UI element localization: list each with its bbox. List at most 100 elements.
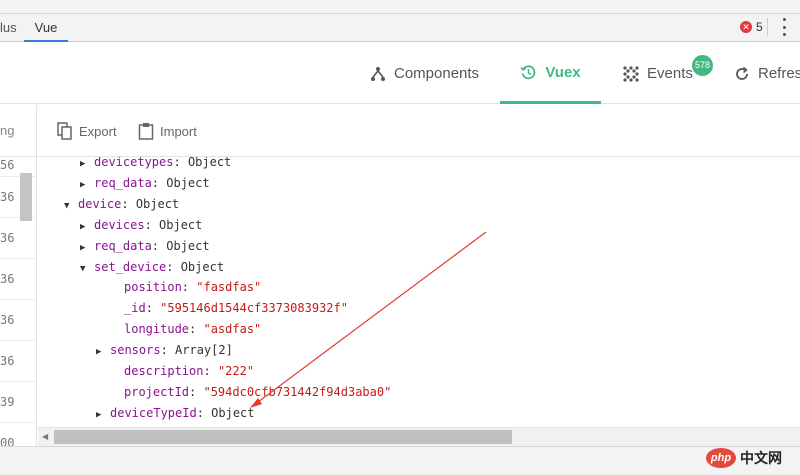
key-separator: : [145,301,161,316]
state-key: devices [94,217,145,232]
key-separator: : [189,322,204,337]
tab-components-label: Components [394,65,480,82]
tab-events[interactable]: Events [623,43,693,104]
error-counter[interactable]: ✕ 5 [740,19,763,35]
history-item[interactable]: 36 [0,259,37,300]
state-value: Object [135,196,180,211]
state-tree-row[interactable]: ▶ sensors: Array[2] [96,340,233,360]
state-tree-row: _id: "595146d1544cf3373083932f" [110,298,348,318]
events-count-badge: 578 [692,55,713,76]
history-item[interactable]: 36 [0,341,37,382]
devtools-tab-vue[interactable]: Vue [24,14,68,42]
history-toolbar-label: ng [0,123,15,138]
devtools-bottom-bar [0,446,800,475]
watermark-site-text: 中文网 [740,450,782,466]
state-value: "asdfas" [203,322,262,337]
state-value: Object [166,175,210,190]
expand-arrow-icon[interactable]: ▶ [96,405,110,425]
state-value: Object [211,405,255,420]
import-button[interactable]: Import [138,120,197,142]
tab-refresh[interactable]: Refres [734,43,800,104]
vuex-history-pane: ng 56 36 36 36 36 36 39 00 [0,105,37,464]
history-scrollbar-thumb[interactable] [20,173,32,221]
refresh-icon [736,66,748,80]
state-value: "594dc0cfb731442f94d3aba0" [203,384,392,399]
state-key: longitude [124,322,190,337]
history-item[interactable]: 39 [0,382,37,423]
state-value: Array[2] [175,343,233,358]
key-separator: : [181,280,197,295]
state-tree-row[interactable]: ▶ req_data: Object [80,173,210,193]
state-key: req_data [94,238,152,253]
expand-arrow-icon[interactable]: ▶ [80,175,94,195]
clipboard-icon [138,123,154,140]
tab-refresh-label: Refres [758,65,800,82]
expand-arrow-icon[interactable]: ▶ [80,157,94,174]
state-value: "222" [217,364,255,378]
state-tree-row[interactable]: ▼ set_device: Object [80,257,224,277]
key-separator: : [189,384,204,399]
state-tree-row: description: "222" [110,361,254,381]
expand-arrow-icon[interactable]: ▶ [80,238,94,258]
state-value: Object [166,238,210,253]
devtools-tab-strip: lus Vue ✕ 5 [0,0,800,42]
history-toolbar: ng [0,105,37,157]
key-separator: : [173,157,188,169]
state-key: _id [124,301,146,316]
import-label: Import [160,123,197,139]
state-value: Object [159,217,203,232]
state-tree-row[interactable]: ▶ devicetypes: Object [80,157,231,172]
state-tree-row: longitude: "asdfas" [110,319,261,339]
key-separator: : [196,405,212,420]
key-separator: : [151,238,167,253]
state-key: req_data [94,175,152,190]
state-key: devicetypes [94,157,174,169]
key-separator: : [160,343,176,358]
vue-devtools-header: Components Vuex Events 578 Refres [0,43,800,104]
state-key: description [124,364,204,378]
state-tree-row[interactable]: ▶ devices: Object [80,215,202,235]
state-toolbar: Export Import [38,105,800,157]
vuex-state-pane: Export Import ▶ devicetypes: Object ▶ req_d… [38,105,800,446]
scroll-left-icon[interactable]: ◀ [42,432,48,441]
key-separator: : [151,175,167,190]
expand-arrow-icon[interactable]: ▶ [80,217,94,237]
key-separator: : [166,259,181,274]
expand-arrow-icon[interactable]: ▶ [96,342,110,362]
horizontal-scrollbar-thumb[interactable] [54,430,512,444]
collapse-arrow-icon[interactable]: ▼ [80,259,94,279]
history-icon [520,64,536,79]
collapse-arrow-icon[interactable]: ▼ [64,196,78,216]
export-label: Export [79,123,117,139]
state-tree-row[interactable]: ▼ device: Object [64,194,179,214]
state-key: device [78,196,122,211]
state-tree: ▶ devicetypes: Object ▶ req_data: Object ▼ de… [38,157,800,427]
state-value: "595146d1544cf3373083932f" [160,301,348,316]
watermark: php 中文网 [706,446,782,470]
tab-components[interactable]: Components [370,43,479,104]
toolbar-divider [767,18,768,36]
state-key: projectId [124,384,190,399]
state-tree-row: projectId: "594dc0cfb731442f94d3aba0" [110,382,391,402]
history-item[interactable]: 36 [0,218,37,259]
state-key: position [124,280,182,295]
horizontal-scrollbar[interactable]: ◀ [38,427,800,446]
state-tree-row[interactable]: ▶ deviceTypeId: Object [96,403,255,423]
state-key: deviceTypeId [110,405,197,420]
state-value: "fasdfas" [196,280,262,295]
history-item[interactable]: 36 [0,300,37,341]
key-separator: : [144,217,160,232]
key-separator: : [203,364,218,378]
state-tree-row: position: "fasdfas" [110,277,261,297]
events-icon [623,65,639,82]
more-options-icon[interactable] [781,18,787,36]
state-key: set_device [94,259,167,274]
tab-vuex[interactable]: Vuex [500,43,601,104]
state-tree-row[interactable]: ▶ req_data: Object [80,236,210,256]
watermark-logo: php [706,448,736,468]
tab-vuex-label: Vuex [545,63,581,81]
export-button[interactable]: Export [57,120,117,142]
state-key: sensors [110,343,161,358]
error-icon: ✕ [740,21,752,33]
tab-events-label: Events [647,65,693,82]
